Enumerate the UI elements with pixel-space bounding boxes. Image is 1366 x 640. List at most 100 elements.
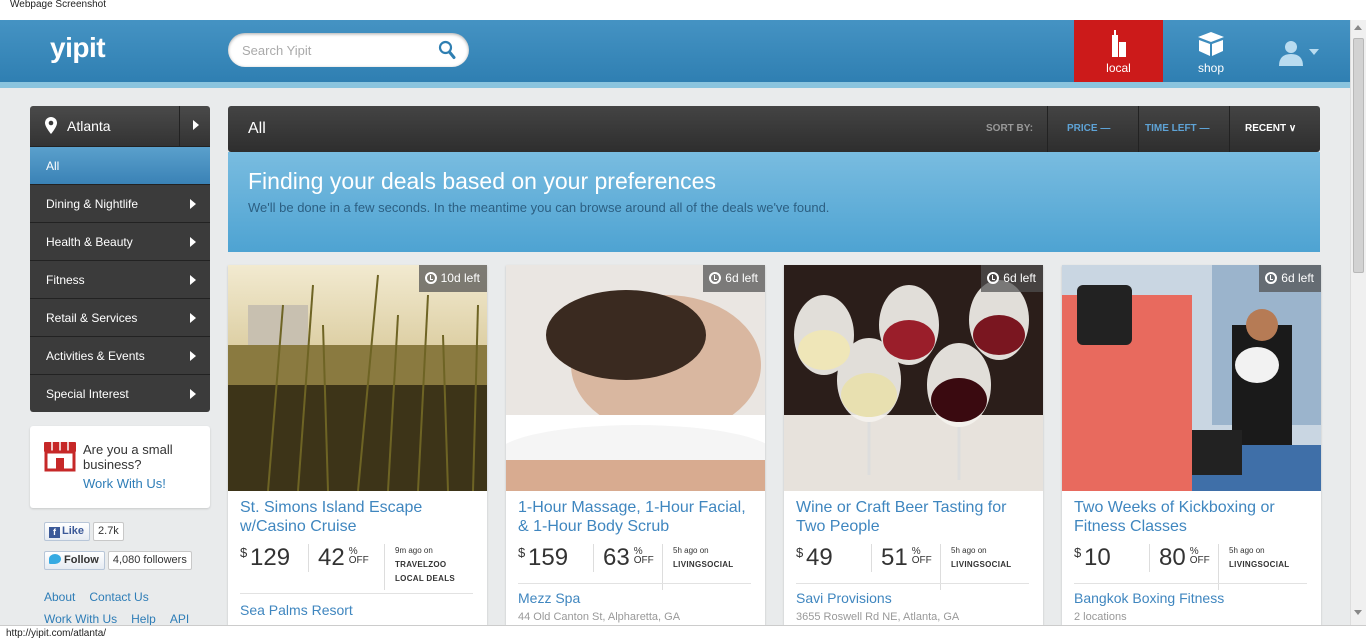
source-name[interactable]: TRAVELZOO LOCAL DEALS bbox=[395, 558, 465, 586]
work-with-us-link[interactable]: Work With Us! bbox=[83, 476, 166, 491]
discount-suffix: % OFF bbox=[911, 547, 932, 566]
merchant-address: 2 locations bbox=[1074, 611, 1127, 623]
discount-value: 42 bbox=[318, 544, 345, 571]
deal-image[interactable] bbox=[1062, 265, 1321, 491]
deal-source: 9m ago on TRAVELZOO LOCAL DEALS bbox=[384, 544, 465, 590]
merchant-name[interactable]: Mezz Spa bbox=[518, 590, 580, 606]
deal-discount: 51% OFF bbox=[871, 544, 932, 572]
footer-link-api[interactable]: API bbox=[170, 612, 189, 626]
user-avatar-icon bbox=[1279, 41, 1303, 66]
deal-title[interactable]: Two Weeks of Kickboxing or Fitness Class… bbox=[1074, 498, 1310, 536]
twitter-follow-button[interactable]: Follow bbox=[44, 551, 105, 570]
deal-image[interactable] bbox=[506, 265, 765, 491]
off-label: OFF bbox=[1189, 555, 1210, 566]
currency-symbol: $ bbox=[1074, 545, 1082, 560]
facebook-icon: f bbox=[49, 527, 60, 538]
city-selector[interactable]: Atlanta bbox=[30, 106, 210, 146]
deal-discount: 63% OFF bbox=[593, 544, 654, 572]
footer-link-contact[interactable]: Contact Us bbox=[89, 590, 148, 604]
deal-title[interactable]: Wine or Craft Beer Tasting for Two Peopl… bbox=[796, 498, 1032, 536]
scroll-down-icon[interactable] bbox=[1354, 610, 1362, 615]
source-name[interactable]: LIVINGSOCIAL bbox=[673, 558, 734, 572]
deal-image[interactable] bbox=[784, 265, 1043, 491]
sort-recent-button[interactable]: RECENT ∨ bbox=[1229, 106, 1320, 152]
discount-suffix: % OFF bbox=[633, 547, 654, 566]
deals-heading: All bbox=[248, 120, 266, 137]
search-box[interactable] bbox=[228, 33, 469, 67]
source-name[interactable]: LIVINGSOCIAL bbox=[951, 558, 1012, 572]
discount-value: 51 bbox=[881, 544, 908, 571]
off-label: OFF bbox=[911, 555, 932, 566]
posted-ago: 5h ago on bbox=[673, 546, 709, 555]
facebook-like-button[interactable]: f Like bbox=[44, 522, 91, 541]
deal-card[interactable]: 6d left Two Weeks of Kickboxing or Fitne… bbox=[1062, 265, 1321, 625]
city-arrow[interactable] bbox=[179, 106, 210, 146]
deal-card[interactable]: 10d left St. Simons Island Escape w/Casi… bbox=[228, 265, 487, 625]
sort-time-left-button[interactable]: TIME LEFT — bbox=[1138, 106, 1229, 152]
chevron-right-icon bbox=[190, 237, 196, 247]
sort-price-button[interactable]: PRICE — bbox=[1047, 106, 1138, 152]
deal-card[interactable]: 6d left Wine or Craft Beer Tasting for T… bbox=[784, 265, 1043, 625]
chevron-right-icon bbox=[190, 389, 196, 399]
map-pin-icon bbox=[45, 117, 57, 134]
chevron-right-icon bbox=[190, 199, 196, 209]
scrollbar[interactable] bbox=[1350, 20, 1366, 625]
category-label: Fitness bbox=[46, 273, 85, 287]
category-retail-services[interactable]: Retail & Services bbox=[30, 298, 210, 336]
category-label: Activities & Events bbox=[46, 349, 145, 363]
merchant-name[interactable]: Bangkok Boxing Fitness bbox=[1074, 590, 1224, 606]
nav-local-button[interactable]: local bbox=[1074, 20, 1163, 82]
search-input[interactable] bbox=[242, 41, 427, 59]
discount-suffix: % OFF bbox=[1189, 547, 1210, 566]
divider bbox=[1074, 583, 1307, 584]
category-special-interest[interactable]: Special Interest bbox=[30, 374, 210, 412]
chevron-right-icon bbox=[190, 351, 196, 361]
category-all[interactable]: All bbox=[30, 146, 210, 184]
price-amount: 49 bbox=[806, 544, 833, 571]
source-name[interactable]: LIVINGSOCIAL bbox=[1229, 558, 1290, 572]
nav-shop-button[interactable]: shop bbox=[1163, 20, 1259, 82]
scroll-thumb[interactable] bbox=[1353, 38, 1364, 273]
twitter-follow-label: Follow bbox=[64, 554, 99, 566]
merchant-name[interactable]: Savi Provisions bbox=[796, 590, 892, 606]
posted-ago: 5h ago on bbox=[1229, 546, 1265, 555]
logo[interactable]: yipit bbox=[50, 32, 106, 64]
scroll-up-icon[interactable] bbox=[1354, 25, 1362, 30]
chevron-right-icon bbox=[193, 120, 199, 130]
divider bbox=[518, 583, 751, 584]
deal-title[interactable]: St. Simons Island Escape w/Casino Cruise bbox=[240, 498, 476, 536]
off-label: OFF bbox=[633, 555, 654, 566]
city-name: Atlanta bbox=[67, 118, 111, 134]
merchant-address: 3655 Roswell Rd NE, Atlanta, GA bbox=[796, 611, 960, 623]
merchant-address: 44 Old Canton St, Alpharetta, GA bbox=[518, 611, 681, 623]
deal-title[interactable]: 1-Hour Massage, 1-Hour Facial, & 1-Hour … bbox=[518, 498, 754, 536]
price-amount: 10 bbox=[1084, 544, 1111, 571]
deal-discount: 42% OFF bbox=[308, 544, 369, 572]
category-health-beauty[interactable]: Health & Beauty bbox=[30, 222, 210, 260]
currency-symbol: $ bbox=[518, 545, 526, 560]
divider bbox=[240, 593, 473, 594]
user-menu[interactable] bbox=[1259, 20, 1350, 82]
footer-link-about[interactable]: About bbox=[44, 590, 75, 604]
currency-symbol: $ bbox=[796, 545, 804, 560]
posted-ago: 5h ago on bbox=[951, 546, 987, 555]
category-activities-events[interactable]: Activities & Events bbox=[30, 336, 210, 374]
time-left-badge: 6d left bbox=[703, 265, 765, 292]
category-fitness[interactable]: Fitness bbox=[30, 260, 210, 298]
currency-symbol: $ bbox=[240, 545, 248, 560]
deal-image[interactable] bbox=[228, 265, 487, 491]
category-label: Special Interest bbox=[46, 387, 129, 401]
footer-link-work-with-us[interactable]: Work With Us bbox=[44, 612, 117, 626]
header-stripe bbox=[0, 82, 1350, 88]
category-dining-nightlife[interactable]: Dining & Nightlife bbox=[30, 184, 210, 222]
merchant-name[interactable]: Sea Palms Resort bbox=[240, 602, 353, 618]
deal-card[interactable]: 6d left 1-Hour Massage, 1-Hour Facial, &… bbox=[506, 265, 765, 625]
clock-icon bbox=[709, 272, 722, 284]
time-left-text: 6d left bbox=[1003, 271, 1036, 285]
footer-link-help[interactable]: Help bbox=[131, 612, 156, 626]
sort-label: SORT BY: bbox=[986, 123, 1034, 134]
chevron-right-icon bbox=[190, 275, 196, 285]
deals-toolbar: All SORT BY: PRICE — TIME LEFT — RECENT … bbox=[228, 106, 1320, 152]
search-icon[interactable] bbox=[438, 40, 456, 60]
nav-shop-label: shop bbox=[1197, 61, 1225, 75]
